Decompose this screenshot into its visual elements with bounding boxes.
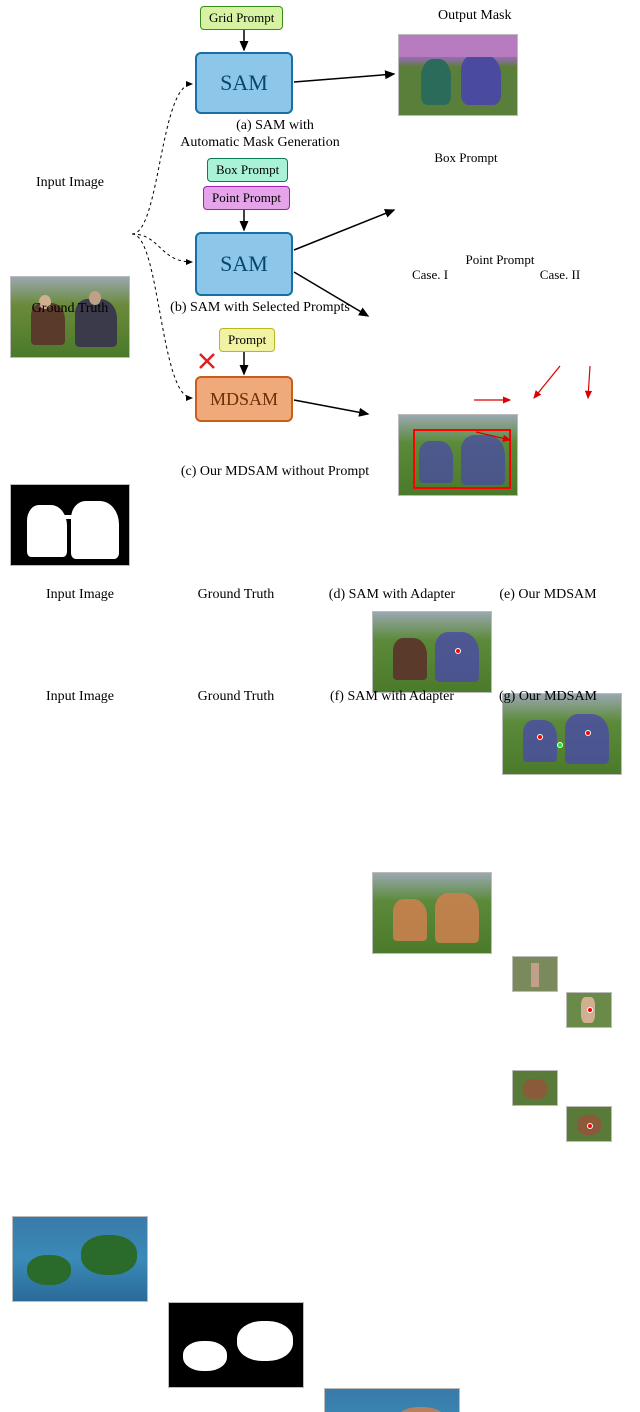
row2-gt	[168, 1302, 304, 1388]
row3-c3: (f) SAM with Adapter	[324, 689, 460, 705]
row3-c4-text: (g) Our MDSAM	[499, 689, 597, 704]
row3-c3-text: (f) SAM with Adapter	[330, 689, 454, 704]
row2-c3: (d) SAM with Adapter	[324, 587, 460, 603]
case2-thumb	[502, 693, 622, 775]
row3-c1: Input Image	[12, 689, 148, 705]
row2-c1: Input Image	[12, 587, 148, 603]
row3-c1-text: Input Image	[46, 689, 114, 704]
case1-thumb	[372, 611, 492, 693]
row2-c4-text: (e) Our MDSAM	[499, 587, 596, 602]
detail-crop-2	[566, 992, 612, 1028]
row2-sam-adapter	[324, 1388, 460, 1412]
detail-crop-3	[512, 1070, 558, 1106]
row3-c2-text: Ground Truth	[198, 689, 275, 704]
row2-c2-text: Ground Truth	[198, 587, 275, 602]
connectors	[0, 0, 640, 500]
row3-c2: Ground Truth	[168, 689, 304, 705]
mdsam-result-thumb	[372, 872, 492, 954]
detail-crop-4	[566, 1106, 612, 1142]
row2-c4: (e) Our MDSAM	[480, 587, 616, 603]
detail-crop-1	[512, 956, 558, 992]
row3-c4: (g) Our MDSAM	[480, 689, 616, 705]
row2-c1-text: Input Image	[46, 587, 114, 602]
row2-c3-text: (d) SAM with Adapter	[329, 587, 455, 602]
row2-input	[12, 1216, 148, 1302]
row2-c2: Ground Truth	[168, 587, 304, 603]
